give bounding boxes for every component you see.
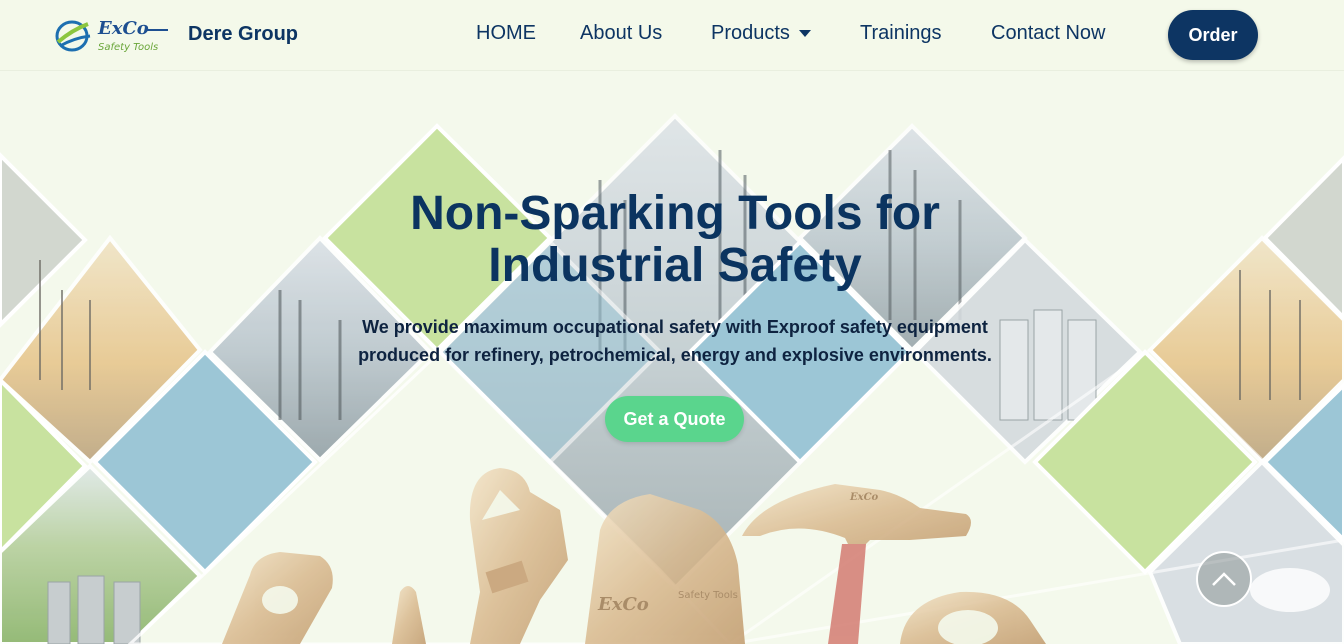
caret-down-icon (798, 30, 811, 38)
hero-title-line-2: Industrial Safety (488, 239, 862, 292)
hero-subtitle: We provide maximum occupational safety w… (330, 313, 1020, 369)
hero-title: Non-Sparking Tools for Industrial Safety (300, 188, 1050, 292)
scroll-to-top-button[interactable] (1196, 551, 1252, 607)
get-quote-button[interactable]: Get a Quote (605, 396, 744, 442)
hero-subtitle-line-1: We provide maximum occupational safety w… (362, 317, 988, 337)
nav-contact-now[interactable]: Contact Now (991, 22, 1106, 45)
svg-text:ExCo: ExCo (597, 594, 649, 615)
nav-about-us[interactable]: About Us (580, 22, 662, 45)
exco-logo[interactable]: ExCo Safety Tools (52, 12, 172, 58)
nav-products-label: Products (711, 22, 790, 44)
nav-products[interactable]: Products (711, 22, 811, 45)
brand-name[interactable]: Dere Group (188, 23, 298, 46)
svg-text:Safety Tools: Safety Tools (678, 590, 738, 601)
svg-text:ExCo: ExCo (849, 492, 879, 503)
chevron-up-icon (1212, 572, 1236, 586)
nav-trainings[interactable]: Trainings (860, 22, 942, 45)
svg-text:Safety Tools: Safety Tools (98, 42, 158, 53)
site-header: ExCo Safety Tools Dere Group HOME About … (0, 0, 1344, 71)
hero-title-line-1: Non-Sparking Tools for (410, 187, 940, 240)
order-button[interactable]: Order (1168, 10, 1258, 60)
nav-home[interactable]: HOME (476, 22, 536, 45)
svg-text:ExCo: ExCo (97, 18, 149, 39)
hero-subtitle-line-2: produced for refinery, petrochemical, en… (358, 345, 992, 365)
